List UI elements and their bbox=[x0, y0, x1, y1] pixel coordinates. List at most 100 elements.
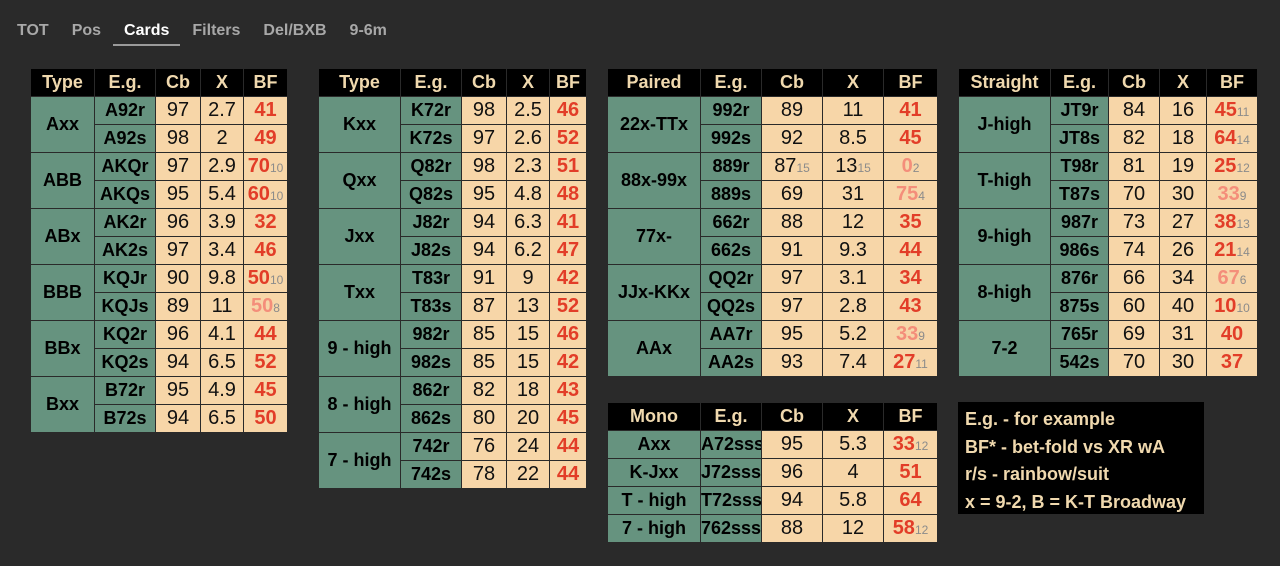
check-cell-value: 3.4 bbox=[208, 239, 236, 261]
cbet-cell: 70 bbox=[1108, 180, 1160, 209]
board-type-label: 8 - high bbox=[318, 376, 401, 433]
bet-fold-cell: 45 bbox=[243, 376, 288, 405]
example-board: 992s bbox=[700, 124, 762, 153]
table-row: 22x-TTx 992r 89 11 41 bbox=[607, 96, 938, 153]
cbet-cell-value: 97 bbox=[472, 127, 496, 149]
cbet-cell-value: 97 bbox=[166, 99, 190, 121]
check-cell: 5.4 bbox=[200, 180, 244, 209]
cbet-cell: 95 bbox=[155, 376, 201, 405]
tab-filters[interactable]: Filters bbox=[192, 18, 240, 46]
bet-fold-cell: 45 bbox=[549, 404, 587, 433]
board-type-label: BBx bbox=[30, 320, 95, 377]
bet-fold-cell: 40 bbox=[1206, 320, 1258, 349]
check-cell-value: 2.5 bbox=[514, 99, 542, 121]
cbet-cell-value: 94 bbox=[166, 351, 190, 373]
cbet-cell-value: 88 bbox=[780, 517, 804, 539]
example-board: JT8s bbox=[1050, 124, 1109, 153]
check-cell-value: 6.5 bbox=[208, 407, 236, 429]
example-board: 662r bbox=[700, 208, 762, 237]
cbet-cell-value: 94 bbox=[472, 211, 496, 233]
check-cell: 9.8 bbox=[200, 264, 244, 293]
check-cell: 1315 bbox=[822, 152, 884, 181]
cbet-cell: 76 bbox=[461, 432, 507, 461]
bet-fold-cell-value: 27 bbox=[893, 351, 916, 373]
cbet-cell-value: 87 bbox=[472, 295, 496, 317]
column-header: Cb bbox=[761, 68, 823, 97]
bet-fold-cell: 7010 bbox=[243, 152, 288, 181]
example-board: T87s bbox=[1050, 180, 1109, 209]
check-cell: 5.2 bbox=[822, 320, 884, 349]
check-cell: 5.3 bbox=[822, 430, 884, 459]
check-cell-value: 8.5 bbox=[839, 127, 867, 149]
table-row: ABB AKQr 97 2.9 7010 bbox=[30, 152, 288, 209]
check-cell: 7.4 bbox=[822, 348, 884, 377]
legend-line: E.g. - for example bbox=[965, 409, 1116, 429]
cbet-cell-value: 90 bbox=[166, 267, 190, 289]
cbet-cell: 66 bbox=[1108, 264, 1160, 293]
cbet-cell: 98 bbox=[461, 152, 507, 181]
cbet-cell: 81 bbox=[1108, 152, 1160, 181]
bet-fold-cell-value: 49 bbox=[254, 127, 277, 149]
bet-fold-cell: 754 bbox=[883, 180, 938, 209]
tab-tot[interactable]: TOT bbox=[17, 18, 49, 46]
check-cell-value: 2.6 bbox=[514, 127, 542, 149]
bet-fold-cell-value: 52 bbox=[254, 351, 277, 373]
cbet-cell-value: 69 bbox=[780, 183, 804, 205]
bet-fold-cell: 34 bbox=[883, 264, 938, 293]
bet-fold-cell: 46 bbox=[549, 320, 587, 349]
cbet-cell: 60 bbox=[1108, 292, 1160, 321]
cbet-cell: 70 bbox=[1108, 348, 1160, 377]
header-row: Type E.g. Cb X BF bbox=[318, 68, 587, 97]
example-board: 762sss bbox=[700, 514, 762, 543]
cbet-cell: 82 bbox=[461, 376, 507, 405]
example-board: 889r bbox=[700, 152, 762, 181]
cbet-cell: 73 bbox=[1108, 208, 1160, 237]
header-row: Straight E.g. Cb X BF bbox=[958, 68, 1258, 97]
tab-9-6m[interactable]: 9-6m bbox=[350, 18, 387, 46]
bet-fold-cell-value: 43 bbox=[899, 295, 922, 317]
bet-fold-cell: 6010 bbox=[243, 180, 288, 209]
bet-fold-cell: 676 bbox=[1206, 264, 1258, 293]
column-header: E.g. bbox=[94, 68, 156, 97]
example-board: AA2s bbox=[700, 348, 762, 377]
check-cell-value: 9.8 bbox=[208, 267, 236, 289]
bet-fold-cell: 42 bbox=[549, 348, 587, 377]
board-type-label: T - high bbox=[607, 486, 701, 515]
bet-fold-cell-value: 70 bbox=[247, 155, 270, 177]
bet-fold-cell: 339 bbox=[1206, 180, 1258, 209]
check-cell-value: 2.9 bbox=[208, 155, 236, 177]
check-cell: 26 bbox=[1159, 236, 1207, 265]
check-cell-value: 11 bbox=[211, 295, 233, 317]
example-board: 862s bbox=[400, 404, 462, 433]
cbet-cell: 90 bbox=[155, 264, 201, 293]
check-cell: 4.9 bbox=[200, 376, 244, 405]
cbet-cell-value: 70 bbox=[1122, 351, 1146, 373]
board-type-label: ABx bbox=[30, 208, 95, 265]
table-row: Bxx B72r 95 4.9 45 bbox=[30, 376, 288, 433]
board-type-label: Qxx bbox=[318, 152, 401, 209]
bet-fold-cell: 48 bbox=[549, 180, 587, 209]
table-row: T-high T98r 81 19 2512 bbox=[958, 152, 1258, 209]
bet-fold-cell-sample-count: 14 bbox=[1236, 133, 1250, 147]
tab-cards[interactable]: Cards bbox=[113, 18, 181, 46]
table-unpaired-ace-broadway: Type E.g. Cb X BF Axx A92r 97 2.7 41 A92s 98 2 49 ABB A… bbox=[30, 68, 288, 433]
check-cell-value: 30 bbox=[1171, 351, 1195, 373]
cbet-cell-value: 95 bbox=[166, 183, 190, 205]
example-board: KQJr bbox=[94, 264, 156, 293]
cbet-cell: 96 bbox=[155, 320, 201, 349]
cbet-cell-value: 74 bbox=[1122, 239, 1146, 261]
example-board: 542s bbox=[1050, 348, 1109, 377]
cbet-cell-value: 92 bbox=[780, 127, 804, 149]
tab-del-bxb[interactable]: Del/BXB bbox=[263, 18, 326, 46]
cbet-cell: 94 bbox=[461, 208, 507, 237]
bet-fold-cell-sample-count: 10 bbox=[269, 189, 284, 203]
check-cell-value: 4 bbox=[847, 461, 859, 483]
check-cell-value: 26 bbox=[1171, 239, 1195, 261]
cbet-cell-value: 94 bbox=[472, 239, 496, 261]
board-type-label: Axx bbox=[607, 430, 701, 459]
cbet-cell-value: 95 bbox=[166, 379, 190, 401]
cbet-cell-value: 94 bbox=[166, 407, 190, 429]
bet-fold-cell-value: 35 bbox=[899, 211, 922, 233]
bet-fold-cell-value: 64 bbox=[1214, 127, 1237, 149]
tab-pos[interactable]: Pos bbox=[72, 18, 101, 46]
